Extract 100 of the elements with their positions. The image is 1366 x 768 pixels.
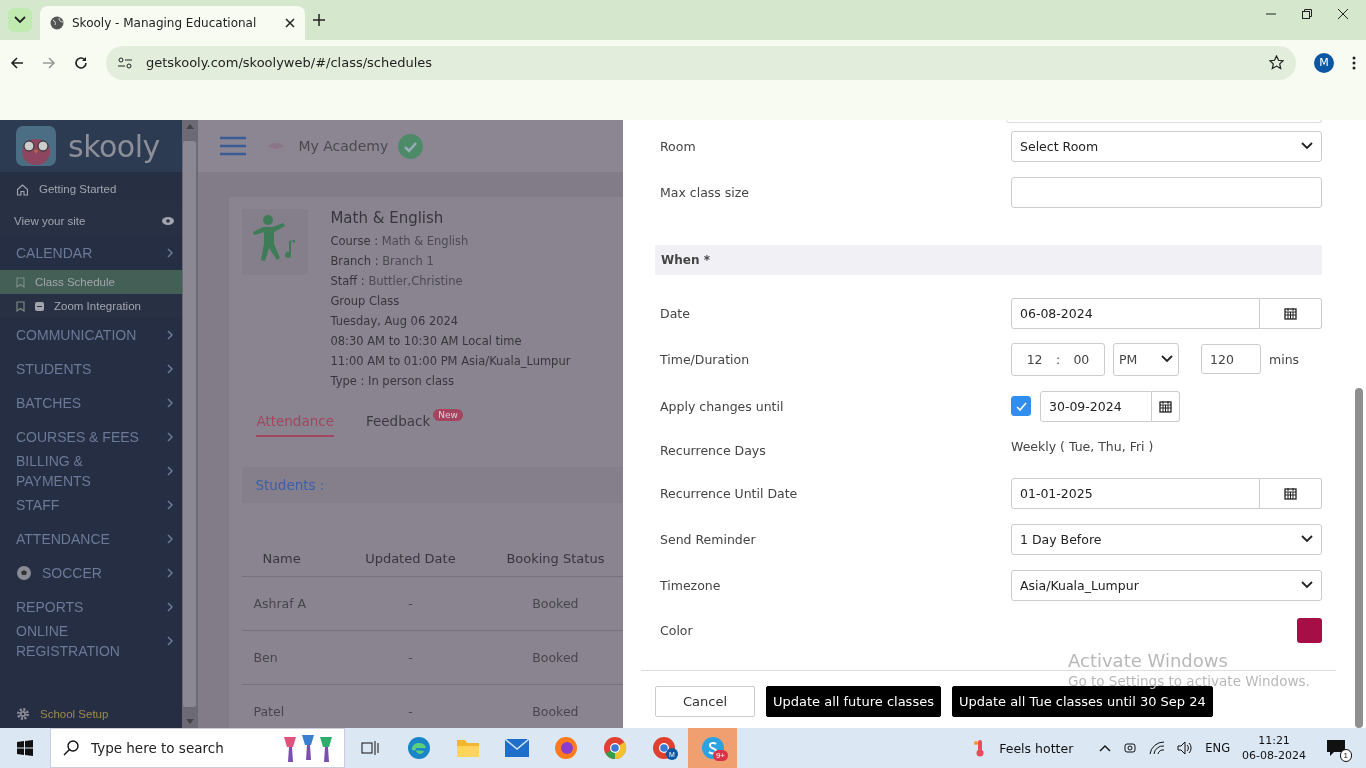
new-tab-button[interactable]: [313, 14, 325, 26]
star-icon[interactable]: [1269, 55, 1284, 70]
activation-note: Go to Settings to activate Windows.: [1068, 673, 1310, 689]
unit-label: mins: [1269, 351, 1300, 367]
calendar-button[interactable]: [1152, 390, 1180, 422]
chevron-down-icon: [14, 16, 26, 24]
weather-text[interactable]: Feels hotter: [999, 740, 1074, 756]
select-field[interactable]: Select Room: [1011, 130, 1322, 162]
chevron-down-icon: [1161, 355, 1173, 363]
class-detail: Type : In person class: [330, 373, 455, 390]
color-swatch[interactable]: [1297, 617, 1322, 643]
class-detail: Course : Math & English: [330, 233, 470, 250]
field-label: Max class size: [660, 184, 751, 200]
close-icon[interactable]: [285, 18, 295, 28]
table-cell-text: Booked: [531, 650, 580, 665]
video-icon: [35, 301, 44, 311]
clock[interactable]: 11:21 06-08-2024: [1242, 733, 1306, 763]
language-indicator[interactable]: ENG: [1205, 741, 1231, 755]
duration-field[interactable]: 120: [1201, 344, 1261, 374]
calendar-icon: [1159, 399, 1172, 413]
class-detail: Staff : Buttler,Christine: [330, 273, 464, 290]
restore-icon[interactable]: [1302, 9, 1312, 19]
menu-icon[interactable]: [1352, 55, 1356, 70]
home-icon: [16, 182, 29, 196]
globe-icon: [50, 16, 64, 30]
input-field[interactable]: [1011, 176, 1322, 208]
chevron-down-icon: [1301, 535, 1313, 543]
logo-text: skooly: [68, 128, 160, 164]
table-cell-text: Ashraf A: [252, 596, 308, 611]
activation-title: Activate Windows: [1068, 650, 1229, 671]
table-cell-text: Patel: [252, 704, 286, 719]
profile-avatar[interactable]: M: [1314, 52, 1334, 73]
update-button[interactable]: Update all future classes: [766, 686, 941, 717]
speaker-icon[interactable]: [1177, 741, 1194, 755]
field-label: Color: [660, 622, 694, 638]
date-field[interactable]: 30-09-2024: [1040, 390, 1152, 422]
windows-icon: [17, 740, 33, 756]
select-field[interactable]: 1 Day Before: [1011, 523, 1322, 555]
cancel-button[interactable]: Cancel: [655, 686, 755, 717]
field-label: Room: [660, 138, 697, 154]
table-cell-text: Ben: [252, 650, 279, 665]
address-bar[interactable]: getskooly.com/skoolyweb/#/class/schedules: [106, 45, 1296, 80]
search-field[interactable]: Type here to search: [50, 728, 345, 768]
table-cell-text: Booked: [531, 596, 580, 611]
site-settings-icon[interactable]: [118, 56, 132, 69]
checkmark-icon: [1015, 401, 1027, 411]
students-heading: Students :: [255, 477, 325, 493]
column-header: Updated Date: [364, 551, 457, 566]
close-icon[interactable]: [1338, 9, 1348, 19]
wifi-icon[interactable]: [1149, 741, 1166, 755]
bookmark-icon: [16, 276, 25, 288]
chevron-right-icon: [166, 330, 174, 340]
class-detail: Group Class: [330, 293, 401, 310]
chevron-right-icon: [166, 534, 174, 544]
reload-icon[interactable]: [74, 55, 88, 70]
class-detail: 11:00 AM to 01:00 PM Asia/Kuala_Lumpur: [330, 353, 571, 370]
class-detail: Tuesday, Aug 06 2024: [330, 313, 460, 330]
chevron-right-icon: [166, 602, 174, 612]
chevron-right-icon: [166, 398, 174, 408]
new-badge: New: [433, 409, 463, 421]
chevron-down-icon: [1301, 142, 1313, 150]
calendar-button[interactable]: [1260, 477, 1322, 509]
chevron-up-icon[interactable]: [1099, 744, 1112, 752]
url-text: getskooly.com/skoolyweb/#/class/schedules: [146, 55, 434, 70]
field-label: Date: [660, 305, 691, 321]
column-header: Booking Status: [505, 551, 606, 566]
camera-icon[interactable]: [1123, 741, 1138, 755]
chevron-right-icon: [166, 466, 174, 476]
field-label: Time/Duration: [660, 351, 751, 367]
forward-icon[interactable]: [42, 55, 56, 70]
back-icon[interactable]: [10, 55, 24, 70]
date-field[interactable]: 06-08-2024: [1011, 297, 1260, 329]
calendar-icon: [1284, 486, 1297, 500]
recurrence-value: Weekly ( Tue, Thu, Fri ): [1011, 439, 1155, 454]
calendar-icon: [1284, 306, 1297, 320]
class-detail: 08:30 AM to 10:30 AM Local time: [330, 333, 523, 350]
owl-logo-icon: [16, 126, 56, 166]
sidebar-item[interactable]: School Setup: [0, 700, 182, 728]
checkbox[interactable]: [1011, 396, 1031, 416]
skype-icon[interactable]: 9+: [688, 728, 737, 768]
date-field[interactable]: 01-01-2025: [1011, 477, 1260, 509]
eye-icon: [161, 217, 174, 225]
calendar-button[interactable]: [1260, 297, 1322, 329]
chevron-right-icon: [166, 364, 174, 374]
field-label: Recurrence Days: [660, 442, 767, 458]
chevron-right-icon: [166, 248, 174, 258]
table-cell-text: -: [407, 596, 414, 611]
ball-icon: [16, 565, 32, 581]
period-select[interactable]: PM: [1113, 342, 1179, 376]
field-label: Send Reminder: [660, 531, 757, 547]
chevron-right-icon: [166, 432, 174, 442]
time-field[interactable]: 12 : 00: [1011, 342, 1105, 376]
tab-list-button[interactable]: [8, 8, 32, 32]
select-field[interactable]: Asia/Kuala_Lumpur: [1011, 569, 1322, 601]
browser-tab[interactable]: Skooly - Managing Educational: [40, 6, 305, 40]
bookmark-icon: [16, 300, 25, 312]
section-title: When *: [661, 253, 710, 267]
chevron-right-icon: [166, 636, 174, 646]
table-cell-text: -: [407, 650, 414, 665]
chevron-right-icon: [166, 500, 174, 510]
